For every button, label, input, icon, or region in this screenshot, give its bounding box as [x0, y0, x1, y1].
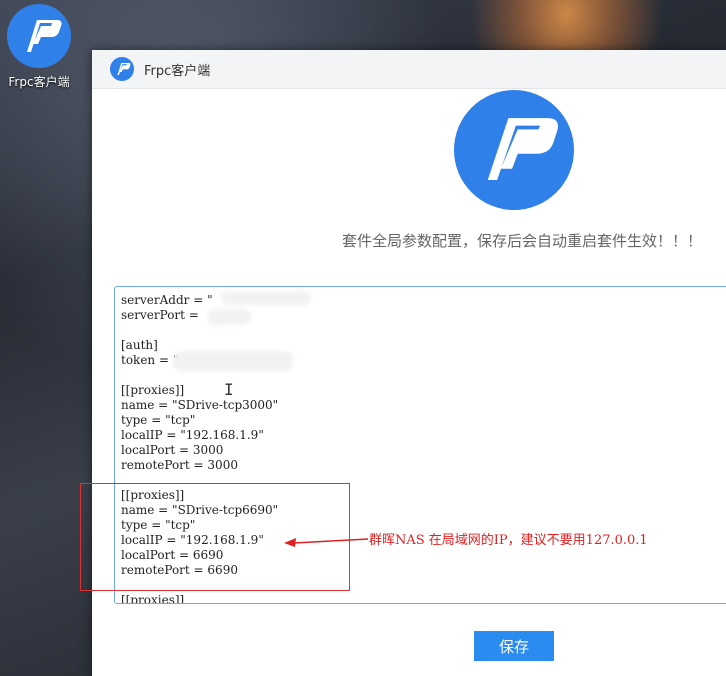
desktop-app-icon[interactable]: Frpc客户端	[4, 4, 74, 90]
config-line: localPort = 3000	[121, 443, 224, 457]
window-title: Frpc客户端	[144, 63, 211, 79]
ibeam-cursor-icon: I	[224, 380, 234, 399]
config-line: remotePort = 3000	[121, 458, 238, 472]
app-logo	[454, 90, 574, 210]
config-line: serverAddr = "	[121, 293, 213, 307]
save-button[interactable]: 保存	[474, 631, 554, 661]
window-titlebar: Frpc客户端	[92, 50, 726, 89]
config-line: localIP = "192.168.1.9"	[121, 428, 264, 442]
frpc-logo-icon	[110, 57, 134, 81]
annotation-text: 群晖NAS 在局域网的IP，建议不要用127.0.0.1	[369, 533, 648, 548]
config-line: type = "tcp"	[121, 413, 196, 427]
frpc-logo-icon	[454, 90, 574, 210]
config-line: serverPort =	[121, 308, 203, 322]
config-line: [[proxies]]	[121, 383, 185, 397]
arrow-icon	[284, 538, 369, 547]
redacted-token	[173, 351, 293, 371]
config-line: [auth]	[121, 338, 158, 352]
redacted-server-port	[207, 309, 251, 325]
desktop-icon-label: Frpc客户端	[8, 75, 70, 89]
frpc-logo-icon	[7, 4, 71, 68]
config-line: name = "SDrive-tcp3000"	[121, 398, 279, 412]
config-line: [[proxies]]	[121, 593, 185, 604]
config-line: token = "	[121, 353, 179, 367]
redacted-server-addr	[221, 291, 311, 305]
config-subtitle: 套件全局参数配置，保存后会自动重启套件生效！！！	[341, 232, 702, 250]
